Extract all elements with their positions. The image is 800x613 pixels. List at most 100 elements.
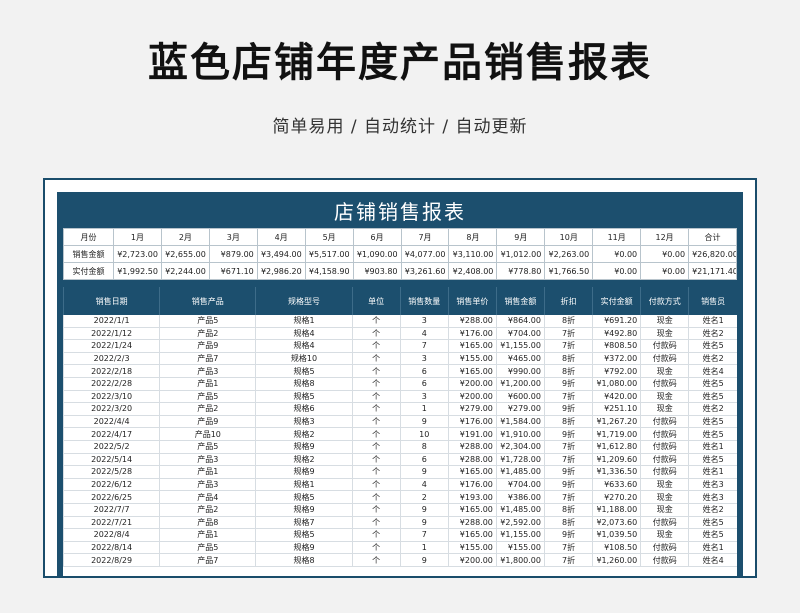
table-cell: ¥288.00 <box>447 315 497 328</box>
table-cell: 个 <box>351 541 401 555</box>
table-cell: 7 <box>399 339 449 353</box>
table-cell: 姓名2 <box>688 402 737 416</box>
detail-column-header: 单位 <box>351 287 401 315</box>
table-cell: 付款码 <box>640 415 689 429</box>
report-title: 店铺销售报表 <box>63 196 737 228</box>
table-cell: ¥633.60 <box>592 478 641 492</box>
table-row: 2022/1/24 产品9 规格4 个 7 ¥165.00 ¥1,155.00 7折 ¥808.… <box>63 339 737 353</box>
table-cell: 8折 <box>543 415 593 429</box>
table-cell: 7折 <box>543 440 593 454</box>
summary-column-header: 8月 <box>448 228 498 246</box>
detail-column-header: 销售员 <box>688 287 737 315</box>
table-cell: 2022/8/29 <box>63 553 160 567</box>
summary-column-header: 6月 <box>352 228 402 246</box>
table-cell: 个 <box>351 390 401 404</box>
sales-detail-table: 销售日期 销售产品 规格型号 单位 销售数量 销售单价 销售金额 折扣 实付金额 付款方式 销售员 … <box>63 287 737 567</box>
table-cell: 9折 <box>543 427 593 441</box>
table-cell: ¥808.50 <box>592 339 641 353</box>
table-cell: 姓名5 <box>688 415 737 429</box>
table-cell: 2022/1/12 <box>63 327 160 341</box>
summary-column-header: 11月 <box>592 228 642 246</box>
table-cell: 9折 <box>543 478 593 492</box>
table-cell: 个 <box>351 427 401 441</box>
table-cell: 个 <box>351 327 401 341</box>
summary-cell: ¥671.10 <box>208 262 258 280</box>
summary-cell: ¥1,090.00 <box>352 245 402 263</box>
table-cell: 4 <box>399 327 449 341</box>
table-cell: 3 <box>399 352 449 366</box>
summary-column-header: 5月 <box>304 228 354 246</box>
table-cell: 2022/3/20 <box>63 402 160 416</box>
table-cell: ¥165.00 <box>447 465 497 479</box>
table-cell: 个 <box>351 490 401 504</box>
table-cell: 规格9 <box>255 503 353 517</box>
summary-row-label: 销售金额 <box>63 245 114 263</box>
table-cell: 姓名2 <box>688 503 737 517</box>
table-cell: 规格1 <box>255 315 353 328</box>
table-cell: 10 <box>399 427 449 441</box>
summary-cell: ¥26,820.00 <box>688 245 737 263</box>
table-cell: ¥191.00 <box>447 427 497 441</box>
table-cell: ¥200.00 <box>447 377 497 391</box>
table-cell: 个 <box>351 415 401 429</box>
summary-column-header: 7月 <box>400 228 450 246</box>
summary-cell: ¥2,655.00 <box>160 245 210 263</box>
table-cell: ¥1,200.00 <box>495 377 545 391</box>
table-cell: 姓名1 <box>688 315 737 328</box>
table-cell: 产品1 <box>159 528 256 542</box>
table-cell: 7折 <box>543 541 593 555</box>
table-cell: 付款码 <box>640 377 689 391</box>
table-cell: 2022/5/28 <box>63 465 160 479</box>
table-cell: ¥1,039.50 <box>592 528 641 542</box>
table-cell: 付款码 <box>640 465 689 479</box>
table-cell: 产品9 <box>159 415 256 429</box>
table-cell: 付款码 <box>640 440 689 454</box>
summary-cell: ¥0.00 <box>640 262 690 280</box>
detail-column-header: 销售单价 <box>447 287 497 315</box>
section-divider <box>63 280 737 287</box>
table-cell: 7折 <box>543 339 593 353</box>
summary-cell: ¥3,494.00 <box>256 245 306 263</box>
detail-column-header: 折扣 <box>543 287 593 315</box>
table-cell: 9 <box>399 516 449 530</box>
table-cell: ¥108.50 <box>592 541 641 555</box>
table-cell: ¥1,485.00 <box>495 465 545 479</box>
table-cell: ¥155.00 <box>495 541 545 555</box>
summary-column-header: 9月 <box>496 228 546 246</box>
table-cell: 现金 <box>640 402 689 416</box>
table-cell: 6 <box>399 377 449 391</box>
table-row: 2022/4/4 产品9 规格3 个 9 ¥176.00 ¥1,584.00 8折 ¥1,267… <box>63 415 737 429</box>
table-cell: 规格9 <box>255 541 353 555</box>
summary-column-header: 10月 <box>544 228 594 246</box>
summary-column-header: 1月 <box>113 228 162 246</box>
detail-column-header: 销售产品 <box>159 287 256 315</box>
table-cell: 9折 <box>543 528 593 542</box>
table-cell: ¥193.00 <box>447 490 497 504</box>
table-cell: 8折 <box>543 352 593 366</box>
table-cell: 产品1 <box>159 465 256 479</box>
table-cell: ¥704.00 <box>495 327 545 341</box>
table-cell: 6 <box>399 453 449 467</box>
table-cell: 个 <box>351 553 401 567</box>
table-cell: ¥2,304.00 <box>495 440 545 454</box>
table-cell: 规格3 <box>255 415 353 429</box>
table-row: 2022/3/20 产品2 规格6 个 1 ¥279.00 ¥279.00 9折 ¥251.10… <box>63 402 737 416</box>
summary-cell: ¥2,263.00 <box>544 245 594 263</box>
summary-cell: ¥0.00 <box>640 245 690 263</box>
table-cell: 规格2 <box>255 453 353 467</box>
table-cell: 规格2 <box>255 427 353 441</box>
table-cell: ¥165.00 <box>447 528 497 542</box>
table-cell: ¥1,188.00 <box>592 503 641 517</box>
table-cell: 产品3 <box>159 364 256 378</box>
table-cell: 现金 <box>640 528 689 542</box>
table-cell: ¥288.00 <box>447 516 497 530</box>
table-cell: 个 <box>351 339 401 353</box>
table-cell: 9折 <box>543 402 593 416</box>
table-cell: 9折 <box>543 465 593 479</box>
table-cell: 3 <box>399 390 449 404</box>
table-cell: 7折 <box>543 327 593 341</box>
table-cell: 2022/2/18 <box>63 364 160 378</box>
table-row: 2022/2/28 产品1 规格8 个 6 ¥200.00 ¥1,200.00 9折 ¥1,08… <box>63 377 737 391</box>
table-cell: ¥1,728.00 <box>495 453 545 467</box>
table-cell: 3 <box>399 315 449 328</box>
